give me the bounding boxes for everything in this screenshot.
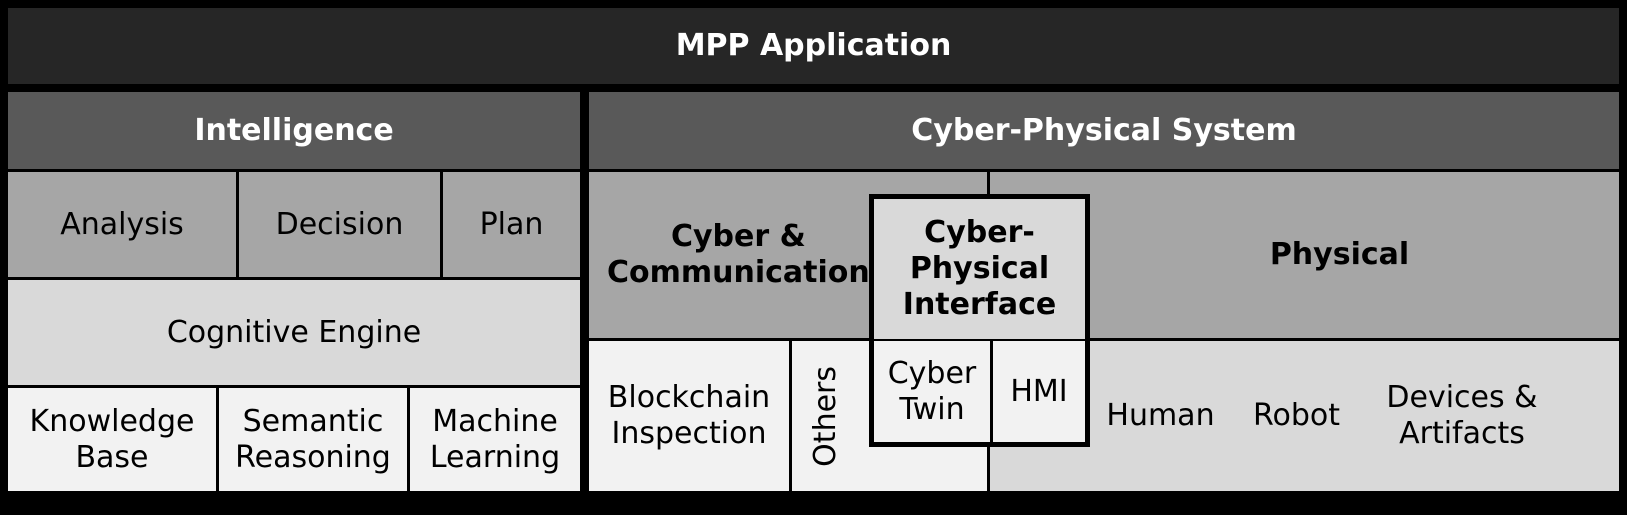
machine-learning-cell: Machine Learning <box>410 388 580 491</box>
cyber-physical-system-header: Cyber-Physical System <box>589 92 1619 169</box>
analysis-cell: Analysis <box>8 172 236 277</box>
cyber-twin-cell: Cyber Twin <box>869 341 990 447</box>
architecture-frame: MPP Application Intelligence Analysis De… <box>0 0 1627 515</box>
knowledge-base-cell: Knowledge Base <box>8 388 216 491</box>
cognitive-engine-cell: Cognitive Engine <box>8 280 580 385</box>
human-cell: Human <box>1090 341 1231 491</box>
devices-artifacts-cell: Devices & Artifacts <box>1362 341 1562 491</box>
plan-cell: Plan <box>443 172 580 277</box>
intelligence-header: Intelligence <box>8 92 580 169</box>
semantic-reasoning-cell: Semantic Reasoning <box>219 388 407 491</box>
mpp-application-header: MPP Application <box>8 8 1619 84</box>
decision-cell: Decision <box>239 172 440 277</box>
robot-cell: Robot <box>1234 341 1359 491</box>
blockchain-inspection-cell: Blockchain Inspection <box>589 341 789 491</box>
hmi-cell: HMI <box>990 341 1090 447</box>
others-label: Others <box>808 365 843 467</box>
cyber-physical-interface-box: Cyber- Physical Interface <box>869 194 1090 344</box>
